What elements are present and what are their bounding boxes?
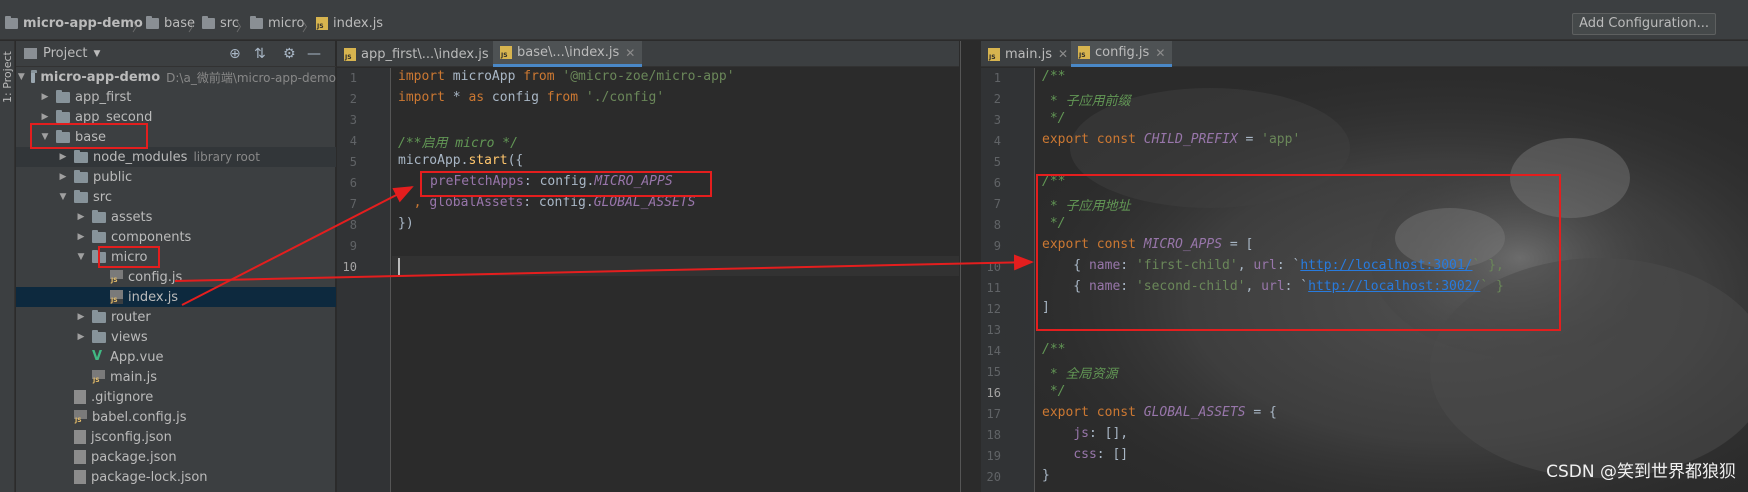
annotation-arrows — [174, 186, 1034, 306]
arrow-config-to-micro-apps — [174, 254, 1034, 282]
watermark: CSDN @笑到世界都狼狈 — [1546, 462, 1736, 482]
arrow-index-to-prefetch — [181, 186, 414, 306]
